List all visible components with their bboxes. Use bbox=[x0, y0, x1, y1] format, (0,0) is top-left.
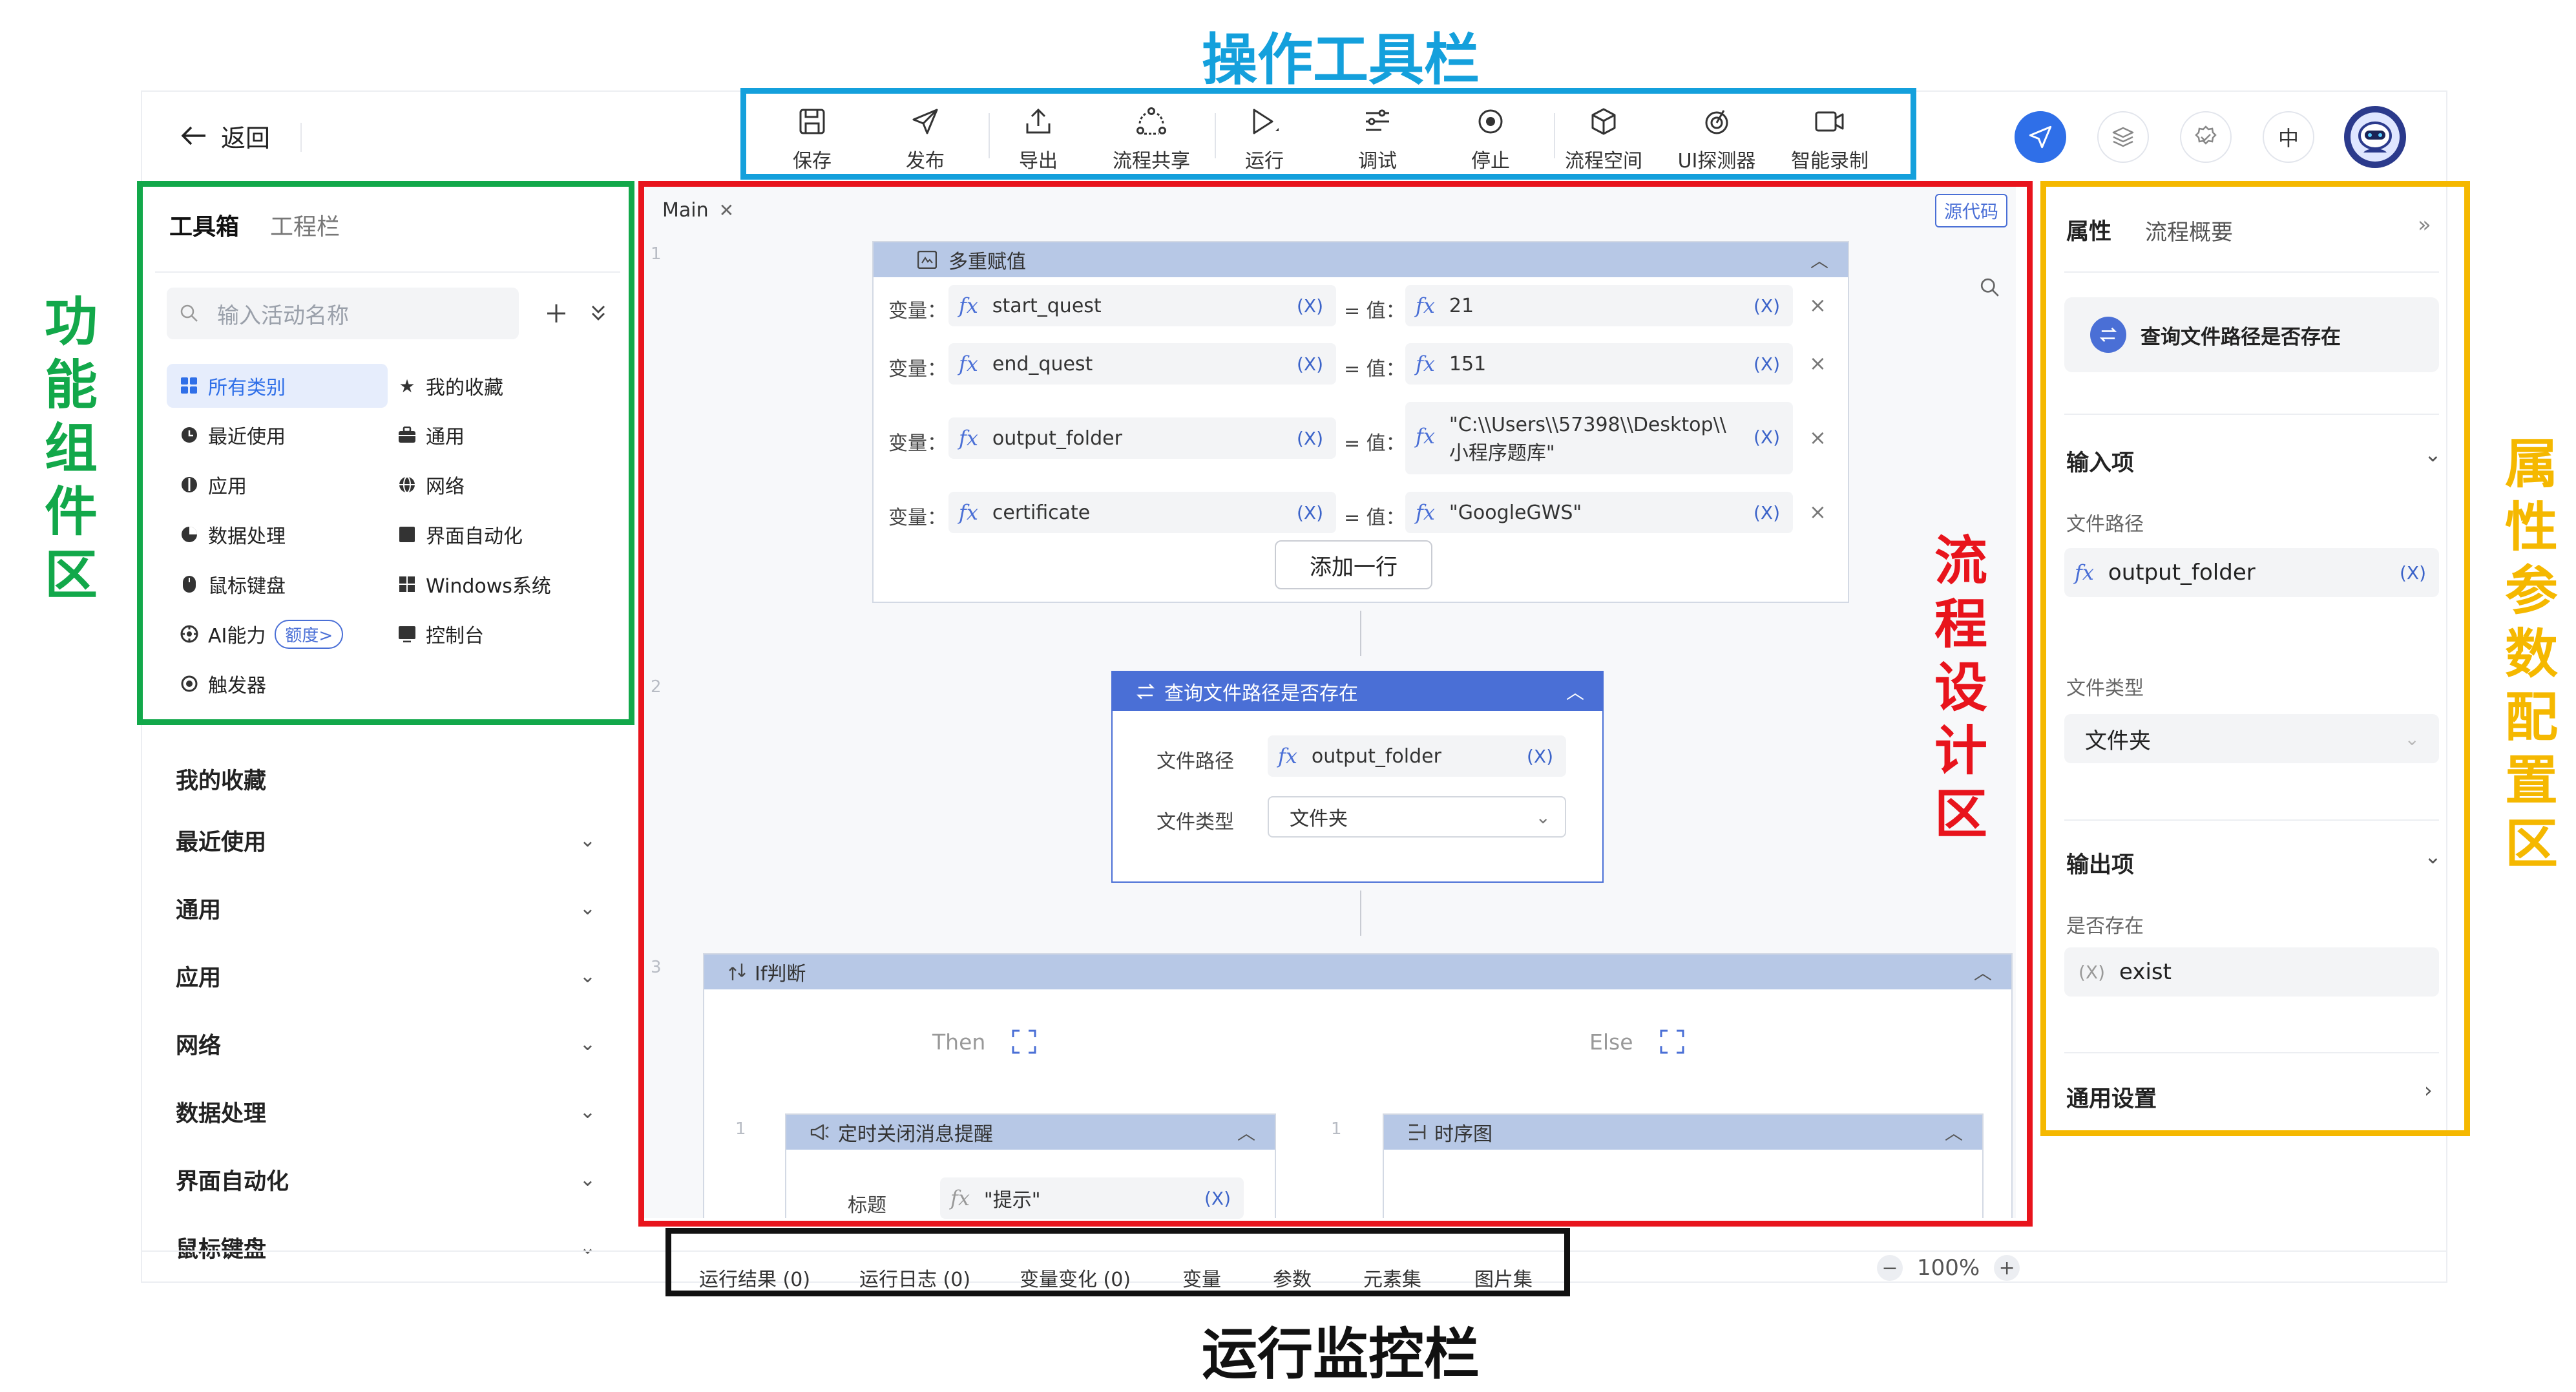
accordion-ui-automation[interactable]: 界面自动化 ⌄ bbox=[176, 1150, 596, 1208]
accordion-label: 我的收藏 bbox=[176, 768, 267, 794]
chevron-down-icon: ⌄ bbox=[579, 1032, 596, 1055]
back-button[interactable]: 返回 bbox=[181, 116, 270, 155]
accordion-app[interactable]: 应用 ⌄ bbox=[176, 947, 596, 1005]
canvas-annotation-box bbox=[638, 181, 2033, 1227]
accordion-label: 网络 bbox=[176, 1033, 222, 1059]
divider bbox=[300, 123, 302, 152]
bottom-annotation-title: 运行监控栏 bbox=[1202, 1322, 1480, 1387]
accordion-favorites[interactable]: 我的收藏 bbox=[176, 750, 596, 808]
accordion-mouse-keyboard[interactable]: 鼠标键盘 ⌄ bbox=[176, 1218, 596, 1276]
chevron-down-icon: ⌄ bbox=[579, 1168, 596, 1191]
badge-check-icon bbox=[2193, 124, 2219, 150]
send-icon bbox=[2027, 124, 2053, 150]
layers-button[interactable] bbox=[2097, 111, 2149, 163]
zoom-level: 100% bbox=[1917, 1255, 1980, 1281]
arrow-left-icon bbox=[181, 125, 207, 147]
right-annotation-title: 属性参数配置区 bbox=[2504, 434, 2558, 875]
accordion-label: 界面自动化 bbox=[176, 1168, 289, 1195]
avatar[interactable] bbox=[2344, 106, 2406, 168]
layers-icon bbox=[2110, 124, 2136, 150]
toolbar-annotation-box bbox=[740, 88, 1916, 180]
accordion-general[interactable]: 通用 ⌄ bbox=[176, 879, 596, 937]
accordion-recent[interactable]: 最近使用 ⌄ bbox=[176, 811, 596, 869]
accordion-label: 通用 bbox=[176, 897, 222, 923]
chevron-down-icon: ⌄ bbox=[579, 896, 596, 920]
chevron-down-icon: ⌄ bbox=[579, 828, 596, 852]
accordion-label: 鼠标键盘 bbox=[176, 1236, 267, 1263]
back-label: 返回 bbox=[221, 123, 271, 153]
chevron-down-icon: ⌄ bbox=[579, 1100, 596, 1123]
language-button[interactable]: 中 bbox=[2263, 111, 2314, 163]
accordion-label: 应用 bbox=[176, 965, 222, 991]
robot-icon bbox=[2351, 112, 2400, 162]
left-annotation-title: 功能组件区 bbox=[44, 291, 98, 606]
right-annotation-box bbox=[2040, 181, 2470, 1136]
accordion-label: 数据处理 bbox=[176, 1101, 267, 1127]
accordion-label: 最近使用 bbox=[176, 829, 267, 856]
accordion-network[interactable]: 网络 ⌄ bbox=[176, 1015, 596, 1073]
left-annotation-box bbox=[137, 181, 634, 725]
chevron-down-icon: ⌄ bbox=[579, 964, 596, 987]
zoom-control: − 100% + bbox=[1877, 1255, 2020, 1281]
toolbar-annotation-title: 操作工具栏 bbox=[1202, 28, 1480, 92]
bottom-annotation-box bbox=[665, 1228, 1570, 1296]
publish-shortcut-button[interactable] bbox=[2015, 111, 2066, 163]
verify-button[interactable] bbox=[2180, 111, 2232, 163]
zoom-in-icon[interactable]: + bbox=[1994, 1255, 2020, 1281]
accordion-data[interactable]: 数据处理 ⌄ bbox=[176, 1082, 596, 1141]
chevron-down-icon: ⌄ bbox=[579, 1236, 596, 1259]
zoom-out-icon[interactable]: − bbox=[1877, 1255, 1903, 1281]
